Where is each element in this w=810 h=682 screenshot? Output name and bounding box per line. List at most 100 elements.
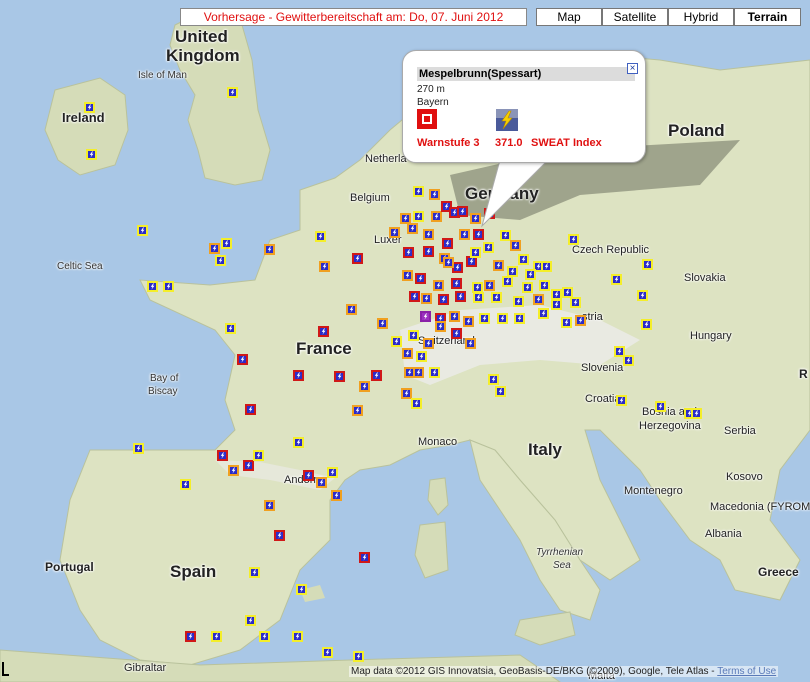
storm-marker[interactable] [346,304,357,315]
storm-marker[interactable] [449,311,460,322]
storm-marker[interactable] [423,229,434,240]
storm-marker[interactable] [371,370,382,381]
storm-marker[interactable] [495,386,506,397]
storm-marker[interactable] [623,355,634,366]
storm-marker[interactable] [463,316,474,327]
storm-marker[interactable] [691,408,702,419]
storm-marker[interactable] [533,294,544,305]
storm-marker[interactable] [402,348,413,359]
storm-marker[interactable] [331,490,342,501]
terms-of-use-link[interactable]: Terms of Use [717,666,776,677]
storm-marker[interactable] [411,398,422,409]
storm-marker[interactable] [84,102,95,113]
storm-marker[interactable] [522,282,533,293]
storm-marker[interactable] [86,149,97,160]
storm-marker[interactable] [315,231,326,242]
storm-marker[interactable] [264,244,275,255]
storm-marker[interactable] [561,317,572,328]
storm-marker[interactable] [568,234,579,245]
storm-marker[interactable] [221,238,232,249]
storm-marker[interactable] [473,229,484,240]
storm-marker[interactable] [637,290,648,301]
storm-marker[interactable] [451,278,462,289]
storm-marker[interactable] [245,404,256,415]
storm-marker[interactable] [264,500,275,511]
map-type-hybrid-button[interactable]: Hybrid [668,8,734,26]
storm-marker[interactable] [484,280,495,291]
storm-marker[interactable] [391,336,402,347]
storm-marker[interactable] [423,246,434,257]
storm-marker[interactable] [451,328,462,339]
storm-marker[interactable] [359,552,370,563]
storm-marker[interactable] [259,631,270,642]
storm-marker[interactable] [570,297,581,308]
storm-marker[interactable] [429,189,440,200]
storm-marker[interactable] [423,338,434,349]
storm-marker[interactable] [538,308,549,319]
storm-marker[interactable] [513,296,524,307]
storm-marker[interactable] [225,323,236,334]
storm-marker[interactable] [611,274,622,285]
storm-marker[interactable] [185,631,196,642]
storm-marker[interactable] [209,243,220,254]
storm-marker[interactable] [433,280,444,291]
storm-marker[interactable] [616,395,627,406]
storm-marker[interactable] [352,253,363,264]
storm-marker[interactable] [420,311,431,322]
storm-marker[interactable] [457,206,468,217]
storm-marker[interactable] [491,292,502,303]
storm-marker[interactable] [402,270,413,281]
storm-marker[interactable] [459,229,470,240]
storm-marker[interactable] [407,223,418,234]
storm-marker[interactable] [465,338,476,349]
storm-marker[interactable] [415,273,426,284]
storm-marker[interactable] [497,313,508,324]
storm-marker[interactable] [296,584,307,595]
storm-marker[interactable] [455,291,466,302]
storm-marker[interactable] [318,326,329,337]
storm-marker[interactable] [227,87,238,98]
storm-marker[interactable] [575,315,586,326]
storm-marker[interactable] [442,238,453,249]
storm-marker[interactable] [655,401,666,412]
storm-marker[interactable] [507,266,518,277]
storm-marker[interactable] [377,318,388,329]
storm-marker[interactable] [493,260,504,271]
storm-marker[interactable] [421,293,432,304]
storm-marker[interactable] [352,405,363,416]
storm-marker[interactable] [435,321,446,332]
storm-marker[interactable] [551,299,562,310]
storm-marker[interactable] [163,281,174,292]
map-type-terrain-button[interactable]: Terrain [734,8,801,26]
storm-marker[interactable] [431,211,442,222]
storm-marker[interactable] [443,257,454,268]
storm-marker[interactable] [539,280,550,291]
storm-marker[interactable] [359,381,370,392]
storm-marker[interactable] [249,567,260,578]
storm-marker[interactable] [180,479,191,490]
storm-marker[interactable] [470,247,481,258]
storm-marker[interactable] [245,615,256,626]
storm-marker[interactable] [514,313,525,324]
storm-marker[interactable] [416,351,427,362]
close-icon[interactable]: × [627,63,638,74]
storm-marker[interactable] [215,255,226,266]
storm-marker[interactable] [147,281,158,292]
storm-marker[interactable] [408,330,419,341]
storm-marker[interactable] [479,313,490,324]
storm-marker[interactable] [502,276,513,287]
storm-marker[interactable] [303,470,314,481]
storm-marker[interactable] [389,227,400,238]
storm-marker[interactable] [293,437,304,448]
storm-marker[interactable] [413,186,424,197]
storm-marker[interactable] [137,225,148,236]
storm-marker[interactable] [217,450,228,461]
storm-marker[interactable] [483,242,494,253]
storm-marker[interactable] [237,354,248,365]
storm-marker[interactable] [327,467,338,478]
storm-marker[interactable] [541,261,552,272]
storm-marker[interactable] [133,443,144,454]
storm-marker[interactable] [316,477,327,488]
map-type-map-button[interactable]: Map [536,8,602,26]
storm-marker[interactable] [228,465,239,476]
